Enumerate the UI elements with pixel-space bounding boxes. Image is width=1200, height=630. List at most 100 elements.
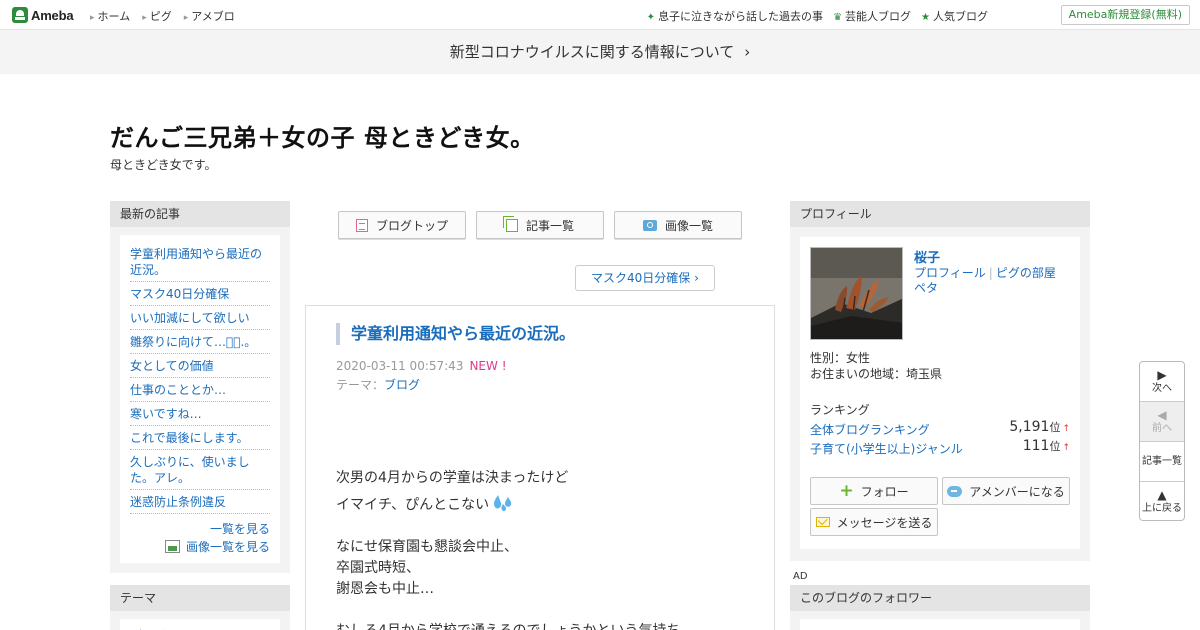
ranking-row: 全体ブログランキング 5,191位 ↑ xyxy=(810,419,1070,438)
ad-label: AD xyxy=(793,571,808,582)
new-badge: NEW ! xyxy=(469,359,507,373)
blog-description: 母ときどき女です。 xyxy=(110,158,217,172)
profile-info: 性別：女性 お住まいの地域：埼玉県 xyxy=(810,350,942,382)
avatar[interactable] xyxy=(810,247,903,340)
register-button[interactable]: Ameba新規登録(無料) xyxy=(1060,5,1190,25)
article-line: 次男の4月からの学童は決まったけど xyxy=(336,470,569,486)
blog-top-button[interactable]: ブログトップ xyxy=(338,211,466,239)
celebrity-blog-link[interactable]: ♛ 芸能人ブログ xyxy=(833,8,911,24)
recent-article-link[interactable]: 女としての価値 xyxy=(130,354,270,378)
article-title[interactable]: 学童利用通知やら最近の近況。 xyxy=(336,323,575,345)
profile-location: お住まいの地域：埼玉県 xyxy=(810,367,943,381)
recent-articles-box: 学童利用通知やら最近の近況。 マスク40日分確保 いい加減にして欲しい 雛祭りに… xyxy=(110,227,290,573)
profile-link[interactable]: プロフィール xyxy=(914,266,986,280)
recent-article-link[interactable]: マスク40日分確保 xyxy=(130,282,270,306)
article-date: 2020-03-11 00:57:43 xyxy=(336,359,464,373)
article-meta: 2020-03-11 00:57:43 NEW ! xyxy=(336,359,507,373)
ranking-heading: ランキング xyxy=(810,403,870,417)
article-line: 卒園式時短、 xyxy=(336,560,420,576)
up-arrow-icon: ↑ xyxy=(1062,443,1070,453)
peta-link[interactable]: ペタ xyxy=(914,281,938,295)
document-icon xyxy=(355,218,368,232)
back-to-top-button[interactable]: ▲ 上に戻る xyxy=(1140,482,1184,520)
article-list-button[interactable]: 記事一覧 xyxy=(476,211,604,239)
float-article-list-button[interactable]: 記事一覧 xyxy=(1140,442,1184,482)
nav-pigg[interactable]: ピグ xyxy=(142,8,172,24)
nav-ameblo[interactable]: アメブロ xyxy=(184,8,234,24)
up-triangle-icon: ▲ xyxy=(1157,488,1167,502)
recent-article-link[interactable]: 寒いですね… xyxy=(130,402,270,426)
ameba-logo-icon xyxy=(12,7,28,23)
recent-article-link[interactable]: 迷惑防止条例違反 xyxy=(130,490,270,514)
floating-nav: ▶ 次へ ◀ 前へ 記事一覧 ▲ 上に戻る xyxy=(1139,361,1185,521)
theme-link[interactable]: ブログ(118) xyxy=(120,619,280,630)
next-entry-link[interactable]: マスク40日分確保 › xyxy=(575,265,715,291)
up-arrow-icon: ↑ xyxy=(1062,424,1070,434)
profile-links: プロフィール | ピグの部屋 ペタ xyxy=(914,266,1056,295)
trending-link[interactable]: ✦ 息子に泣きながら話した過去の事 xyxy=(647,8,823,24)
article-line: むしろ4月から学校で通えるのでしょうかという気持ち xyxy=(336,621,756,630)
covid-notice-banner[interactable]: 新型コロナウイルスに関する情報について › xyxy=(0,30,1200,74)
top-bar: Ameba ホーム ピグ アメブロ ✦息子に泣きながら話した過去の事 ♛芸能人ブ… xyxy=(0,0,1200,30)
copy-list-icon xyxy=(502,215,518,232)
camera-icon xyxy=(642,219,657,231)
follow-button[interactable]: + フォロー xyxy=(810,477,938,505)
recent-article-link[interactable]: 久しぶりに、使いました。アレ。 xyxy=(130,450,270,490)
notice-text: 新型コロナウイルスに関する情報について xyxy=(449,43,735,61)
recent-article-link[interactable]: 学童利用通知やら最近の近況。 xyxy=(130,242,270,282)
blog-title[interactable]: だんご三兄弟＋女の子 母ときどき女。 xyxy=(110,118,535,153)
ranking-value: 111位 ↑ xyxy=(1022,438,1070,454)
article-line: 謝恩会も中止… xyxy=(336,581,434,597)
recent-article-link[interactable]: 雛祭りに向けて…ට゚.。 xyxy=(130,330,270,354)
followers-box xyxy=(790,611,1090,630)
logo-text: Ameba xyxy=(31,7,74,23)
article: 学童利用通知やら最近の近況。 2020-03-11 00:57:43 NEW ! … xyxy=(305,305,775,630)
ranking-link[interactable]: 子育て(小学生以上)ジャンル xyxy=(810,442,963,456)
profile-box: 桜子 プロフィール | ピグの部屋 ペタ 性別：女性 お住まいの地域：埼玉県 ランキ… xyxy=(790,227,1090,561)
chat-bubble-icon xyxy=(947,485,963,497)
recent-article-link[interactable]: 仕事のこととか… xyxy=(130,378,270,402)
popular-blog-link[interactable]: ★ 人気ブログ xyxy=(921,8,988,24)
profile-heading: プロフィール xyxy=(790,201,1090,227)
crown-icon: ♛ xyxy=(833,12,843,23)
top-nav: ホーム ピグ アメブロ xyxy=(90,8,235,24)
ranking-value: 5,191位 ↑ xyxy=(1009,419,1070,435)
top-right-links: ✦ 息子に泣きながら話した過去の事 ♛ 芸能人ブログ ★ 人気ブログ xyxy=(647,8,988,24)
article-body: 次男の4月からの学童は決まったけど イマイチ、ぴんとこない なにせ保育園も懇談会… xyxy=(336,468,756,630)
profile-name[interactable]: 桜子 xyxy=(914,247,940,266)
article-theme: テーマ：ブログ xyxy=(336,378,421,392)
article-line: なにせ保育園も懇談会中止、 xyxy=(336,539,518,555)
recent-articles-heading: 最新の記事 xyxy=(110,201,290,227)
next-article-button[interactable]: ▶ 次へ xyxy=(1140,362,1184,402)
sweat-drops-icon xyxy=(494,495,512,512)
theme-heading: テーマ xyxy=(110,585,290,611)
chevron-right-icon: › xyxy=(744,43,751,61)
see-images-link[interactable]: 画像一覧を見る xyxy=(130,537,270,555)
left-sidebar: 最新の記事 学童利用通知やら最近の近況。 マスク40日分確保 いい加減にして欲し… xyxy=(110,201,290,630)
prev-article-button[interactable]: ◀ 前へ xyxy=(1140,402,1184,442)
sparkle-icon: ✦ xyxy=(646,12,656,23)
plus-icon: + xyxy=(839,480,854,501)
article-theme-link[interactable]: ブログ xyxy=(384,378,420,392)
ranking-link[interactable]: 全体ブログランキング xyxy=(810,423,930,437)
star-icon: ★ xyxy=(921,12,930,23)
recent-article-link[interactable]: いい加減にして欲しい xyxy=(130,306,270,330)
followers-heading: このブログのフォロワー xyxy=(790,585,1090,611)
right-sidebar: プロフィール 桜子 プロフィール | ピグの部屋 ペタ 性別：女性 お住まいの地… xyxy=(790,201,1090,561)
ameba-logo[interactable]: Ameba xyxy=(12,6,74,24)
avatar-image xyxy=(811,248,902,339)
image-list-button[interactable]: 画像一覧 xyxy=(614,211,742,239)
chevron-right-icon: › xyxy=(694,271,699,285)
theme-box: ブログ(118) xyxy=(110,611,290,630)
mail-icon xyxy=(815,517,830,527)
play-left-icon: ◀ xyxy=(1157,408,1167,422)
amember-button[interactable]: アメンバーになる xyxy=(942,477,1070,505)
profile-gender: 性別：女性 xyxy=(810,351,871,365)
nav-home[interactable]: ホーム xyxy=(90,8,131,24)
recent-article-link[interactable]: これで最後にします。 xyxy=(130,426,270,450)
send-message-button[interactable]: メッセージを送る xyxy=(810,508,938,536)
play-right-icon: ▶ xyxy=(1157,368,1167,382)
see-list-link[interactable]: 一覧を見る xyxy=(130,514,270,537)
article-line: イマイチ、ぴんとこない xyxy=(336,493,756,516)
pigg-room-link[interactable]: ピグの部屋 xyxy=(996,266,1056,280)
